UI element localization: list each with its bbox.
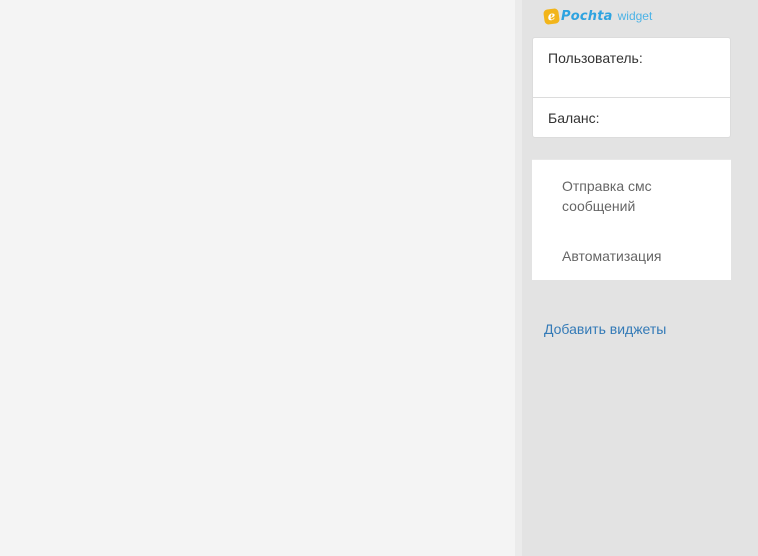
add-widgets-link[interactable]: Добавить виджеты <box>544 321 666 337</box>
epochta-logo-icon: e <box>543 7 560 25</box>
main-content-area <box>0 0 515 556</box>
widget-menu: Отправка смс сообщений Автоматизация <box>532 159 731 280</box>
epochta-widget-logo: e Pochta widget <box>543 5 653 27</box>
logo-name: Pochta <box>561 8 613 24</box>
balance-row: Баланс: <box>533 98 730 138</box>
logo-suffix: widget <box>617 9 653 23</box>
sidebar-divider <box>515 0 522 556</box>
user-row: Пользователь: <box>533 38 730 98</box>
user-label: Пользователь: <box>548 50 643 66</box>
menu-item-automation[interactable]: Автоматизация <box>562 246 712 266</box>
menu-item-send-sms[interactable]: Отправка смс сообщений <box>562 176 712 216</box>
balance-label: Баланс: <box>548 110 600 126</box>
account-info-card: Пользователь: Баланс: <box>532 37 731 138</box>
widgets-sidebar: e Pochta widget Пользователь: Баланс: От… <box>522 0 758 556</box>
